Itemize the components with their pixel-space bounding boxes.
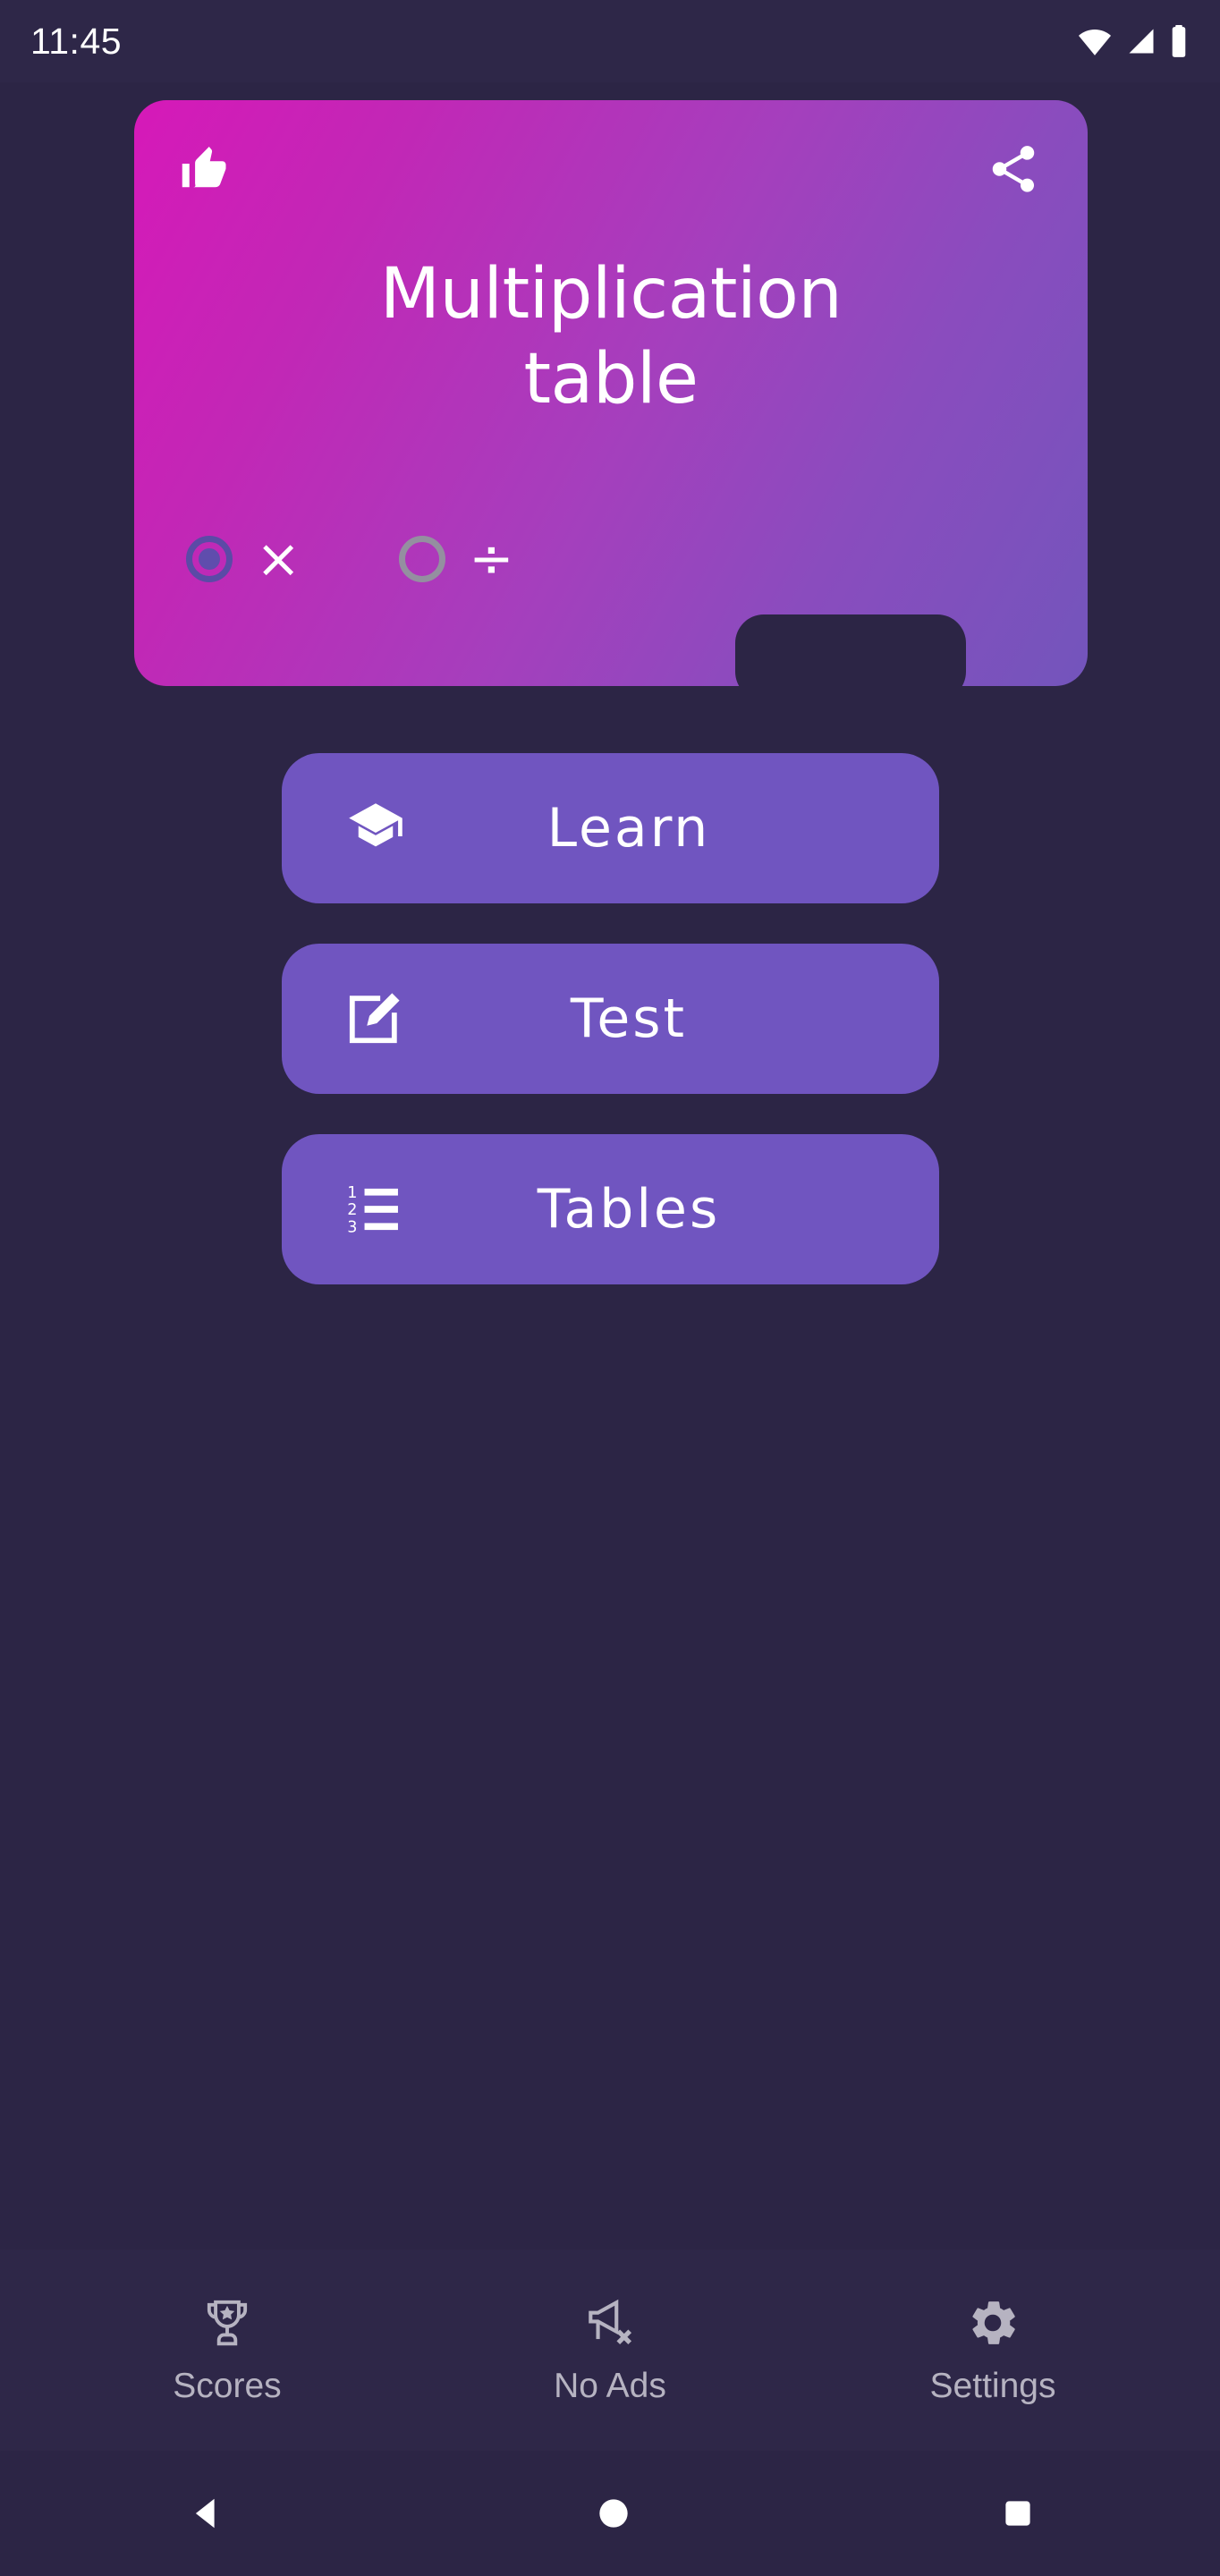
- hero-card-title: Multiplication table: [134, 252, 1088, 422]
- battery-icon: [1170, 24, 1188, 58]
- card-bottom-notch: [735, 614, 966, 686]
- app-screen: 11:45 Multiplication table × ÷ Learn Tes…: [0, 0, 1220, 2576]
- status-bar-clock: 11:45: [30, 20, 123, 62]
- gear-icon: [965, 2295, 1021, 2351]
- edit-pencil-icon: [344, 989, 403, 1048]
- bottom-navigation: Scores No Ads Settings: [0, 2250, 1220, 2451]
- hero-card: Multiplication table × ÷: [134, 100, 1088, 686]
- hero-card-container: Multiplication table × ÷: [0, 100, 1220, 686]
- graduation-cap-icon: [344, 797, 407, 860]
- status-bar: 11:45: [0, 0, 1220, 82]
- trophy-icon: [199, 2295, 255, 2351]
- cellular-signal-icon: [1125, 25, 1157, 57]
- mode-option-divide[interactable]: ÷: [399, 528, 514, 590]
- recents-square-icon[interactable]: [1001, 2496, 1035, 2530]
- wifi-icon: [1077, 23, 1113, 59]
- hero-title-line-1: Multiplication: [379, 254, 843, 335]
- thumbs-up-icon[interactable]: [179, 141, 233, 195]
- hero-title-line-2: table: [523, 339, 699, 420]
- nav-label-no-ads: No Ads: [554, 2366, 666, 2405]
- operation-mode-group: × ÷: [186, 532, 514, 586]
- mode-option-multiply[interactable]: ×: [186, 532, 301, 586]
- nav-item-scores[interactable]: Scores: [38, 2295, 417, 2406]
- home-circle-icon[interactable]: [596, 2496, 631, 2531]
- nav-item-no-ads[interactable]: No Ads: [420, 2295, 800, 2406]
- share-icon[interactable]: [986, 141, 1041, 197]
- system-navigation-bar: [0, 2451, 1220, 2576]
- svg-text:1: 1: [347, 1184, 357, 1202]
- tables-button[interactable]: 1 2 3 Tables: [281, 1134, 939, 1284]
- status-bar-icons: [1077, 23, 1188, 59]
- radio-divide[interactable]: [399, 536, 446, 582]
- test-button[interactable]: Test: [281, 944, 939, 1094]
- hero-card-toolbar: [134, 100, 1088, 216]
- nav-label-settings: Settings: [929, 2366, 1056, 2405]
- learn-button[interactable]: Learn: [281, 753, 939, 903]
- nav-item-settings[interactable]: Settings: [803, 2295, 1182, 2406]
- numbered-list-icon: 1 2 3: [344, 1180, 403, 1239]
- nav-label-scores: Scores: [173, 2366, 282, 2405]
- back-triangle-icon[interactable]: [185, 2493, 226, 2534]
- main-menu: Learn Test 1 2 3 Tables: [0, 753, 1220, 1284]
- svg-text:2: 2: [347, 1201, 357, 1219]
- radio-multiply[interactable]: [186, 536, 233, 582]
- divide-symbol: ÷: [469, 528, 514, 590]
- svg-text:3: 3: [347, 1218, 357, 1236]
- megaphone-off-icon: [582, 2295, 638, 2351]
- multiply-symbol: ×: [256, 528, 301, 590]
